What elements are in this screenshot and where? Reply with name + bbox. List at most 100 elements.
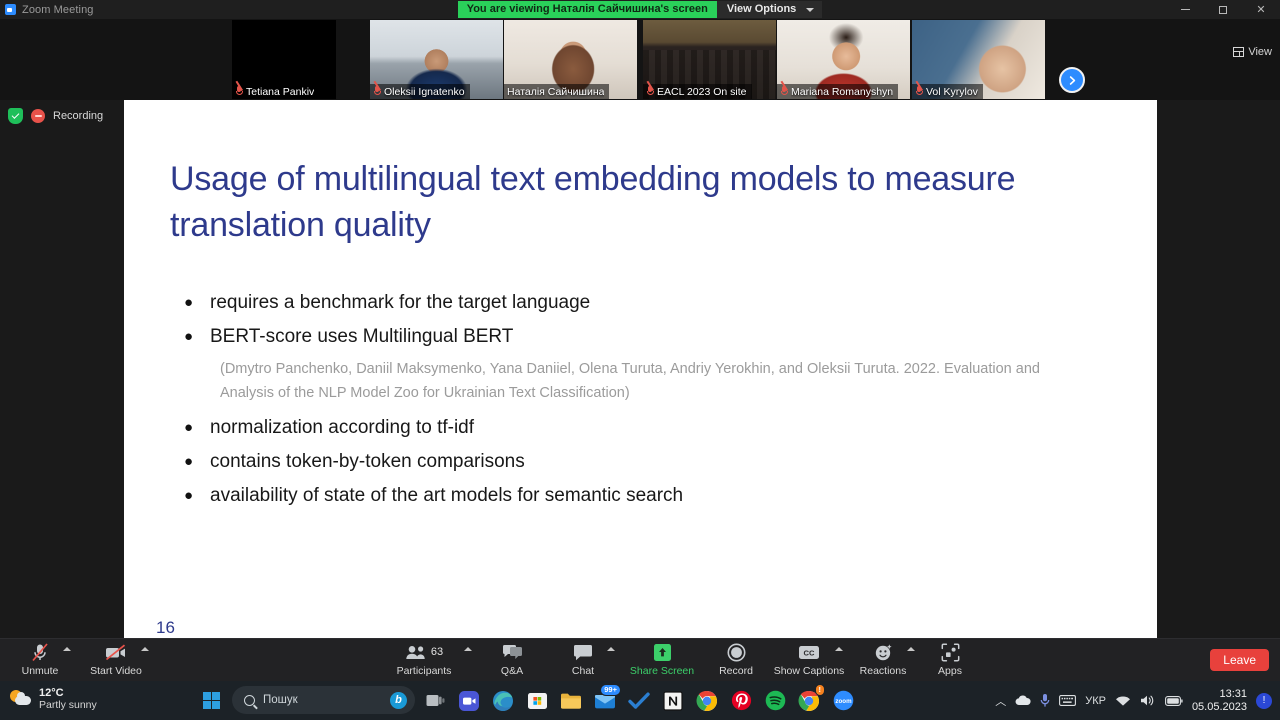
recording-label: Recording (53, 110, 104, 122)
share-screen-button[interactable]: Share Screen (630, 642, 694, 677)
weather-condition: Partly sunny (39, 699, 97, 711)
bullet-icon: ● (184, 328, 194, 345)
taskbar-clock[interactable]: 13:31 05.05.2023 (1192, 688, 1247, 714)
clock-time: 13:31 (1219, 687, 1247, 700)
participants-chevron-up-icon[interactable] (464, 647, 472, 651)
notification-icon[interactable]: ! (1256, 692, 1272, 709)
participant-thumbnail[interactable]: EACL 2023 On site (643, 20, 776, 99)
bullet-text: normalization according to tf-idf (210, 417, 475, 438)
file-explorer-icon[interactable] (556, 685, 586, 716)
bullet-icon: ● (184, 419, 194, 436)
participant-name: Tetiana Pankiv (246, 85, 315, 98)
chevron-up-icon[interactable]: ︿ (995, 693, 1006, 709)
bing-icon[interactable]: b (390, 691, 407, 709)
list-item: ● BERT-score uses Multilingual BERT (170, 320, 1110, 354)
clock-date: 05.05.2023 (1191, 700, 1247, 713)
minimize-icon (1180, 9, 1190, 10)
maximize-button[interactable] (1204, 0, 1242, 19)
meeting-status-row: Recording (8, 108, 103, 124)
participant-thumbnail[interactable]: Tetiana Pankiv (232, 20, 336, 99)
keyboard-icon[interactable] (1059, 695, 1077, 706)
filmstrip-next-button[interactable] (1059, 67, 1085, 93)
record-icon (727, 642, 746, 662)
qa-button[interactable]: Q&A (480, 642, 544, 677)
close-icon: ✕ (1256, 4, 1266, 16)
share-screen-icon (653, 642, 672, 662)
speaker-icon[interactable] (1140, 694, 1156, 707)
weather-widget[interactable]: 12°C Partly sunny (10, 687, 97, 711)
task-view-icon[interactable] (420, 685, 450, 716)
participant-thumbnail[interactable]: Vol Kyrylov (912, 20, 1045, 99)
record-label: Record (719, 665, 753, 677)
participant-name-bar: EACL 2023 On site (643, 84, 752, 99)
microsoft-store-icon[interactable] (522, 685, 552, 716)
view-options-button[interactable]: View Options (716, 1, 823, 18)
list-item: ● requires a benchmark for the target la… (170, 286, 1110, 320)
zoom-meeting-window: Zoom Meeting You are viewing Наталія Сай… (0, 0, 1280, 720)
wifi-icon[interactable] (1115, 695, 1131, 707)
reactions-button[interactable]: Reactions (851, 642, 915, 677)
taskbar-search-box[interactable]: Пошук b (232, 686, 415, 714)
chat-label: Chat (571, 665, 595, 677)
start-video-button[interactable]: Start Video (84, 642, 148, 677)
bullet-text: requires a benchmark for the target lang… (210, 292, 591, 313)
participant-thumbnail[interactable]: Oleksii Ignatenko (370, 20, 503, 99)
reactions-icon (874, 642, 893, 662)
bullet-icon: ● (184, 294, 194, 311)
participants-button[interactable]: 63 Participants (392, 642, 456, 677)
bullet-text: availability of state of the art models … (210, 485, 684, 506)
participant-name-bar: Mariana Romanyshyn (777, 84, 899, 99)
windows-start-icon (202, 691, 220, 709)
language-indicator[interactable]: УКР (1085, 695, 1106, 707)
participant-name-bar: Наталія Сайчишина (504, 84, 610, 99)
bullet-icon: ● (184, 453, 194, 470)
participant-thumbnail-active[interactable]: Наталія Сайчишина (504, 20, 637, 99)
start-video-label: Start Video (90, 665, 142, 677)
shield-check-icon[interactable] (8, 108, 23, 124)
zoom-icon[interactable] (454, 685, 484, 716)
chat-button[interactable]: Chat (551, 642, 615, 677)
minimize-button[interactable] (1166, 0, 1204, 19)
participants-label: Participants (396, 665, 452, 677)
chevron-down-icon (806, 7, 815, 12)
start-button[interactable] (196, 685, 226, 715)
slide-page-number: 16 (156, 618, 175, 637)
chrome-icon[interactable] (692, 685, 722, 716)
spotify-icon[interactable] (760, 685, 790, 716)
mail-icon[interactable]: 99+ (590, 684, 621, 716)
view-layout-button[interactable]: View (1233, 46, 1272, 58)
battery-icon[interactable] (1164, 695, 1183, 706)
leave-button[interactable]: Leave (1210, 649, 1269, 671)
todo-icon[interactable] (624, 685, 654, 716)
show-captions-button[interactable]: CC Show Captions (774, 642, 844, 677)
bullet-text: contains token-by-token comparisons (210, 451, 525, 472)
microphone-muted-icon (780, 86, 788, 97)
unmute-chevron-up-icon[interactable] (63, 647, 71, 651)
search-placeholder: Пошук (263, 694, 298, 706)
participant-thumbnail[interactable]: Mariana Romanyshyn (777, 20, 910, 99)
record-button[interactable]: Record (704, 642, 768, 677)
apps-button[interactable]: Apps (918, 642, 982, 677)
show-captions-chevron-up-icon[interactable] (835, 647, 843, 651)
microphone-icon[interactable] (1040, 693, 1050, 708)
participant-name: Наталія Сайчишина (507, 85, 605, 98)
cloud-icon[interactable] (1015, 695, 1031, 706)
list-item: ● availability of state of the art model… (170, 479, 1110, 513)
chrome-icon[interactable]: ! (794, 684, 825, 716)
viewing-banner: You are viewing Наталія Сайчишина's scre… (457, 1, 717, 18)
notion-icon[interactable] (658, 685, 688, 716)
zoom-app-icon[interactable]: zoom (828, 685, 858, 716)
list-item: ● normalization according to tf-idf (170, 411, 1110, 445)
reactions-chevron-up-icon[interactable] (907, 647, 915, 651)
microphone-muted-icon (31, 642, 49, 662)
start-video-chevron-up-icon[interactable] (141, 647, 149, 651)
weather-temperature: 12°C (39, 687, 64, 699)
close-button[interactable]: ✕ (1242, 0, 1280, 19)
maximize-icon (1219, 5, 1227, 14)
chat-chevron-up-icon[interactable] (607, 647, 615, 651)
share-screen-label: Share Screen (629, 665, 695, 677)
recording-indicator-icon[interactable] (31, 109, 45, 123)
svg-text:zoom: zoom (835, 698, 852, 705)
edge-icon[interactable] (488, 685, 518, 716)
pinterest-icon[interactable] (726, 685, 756, 716)
